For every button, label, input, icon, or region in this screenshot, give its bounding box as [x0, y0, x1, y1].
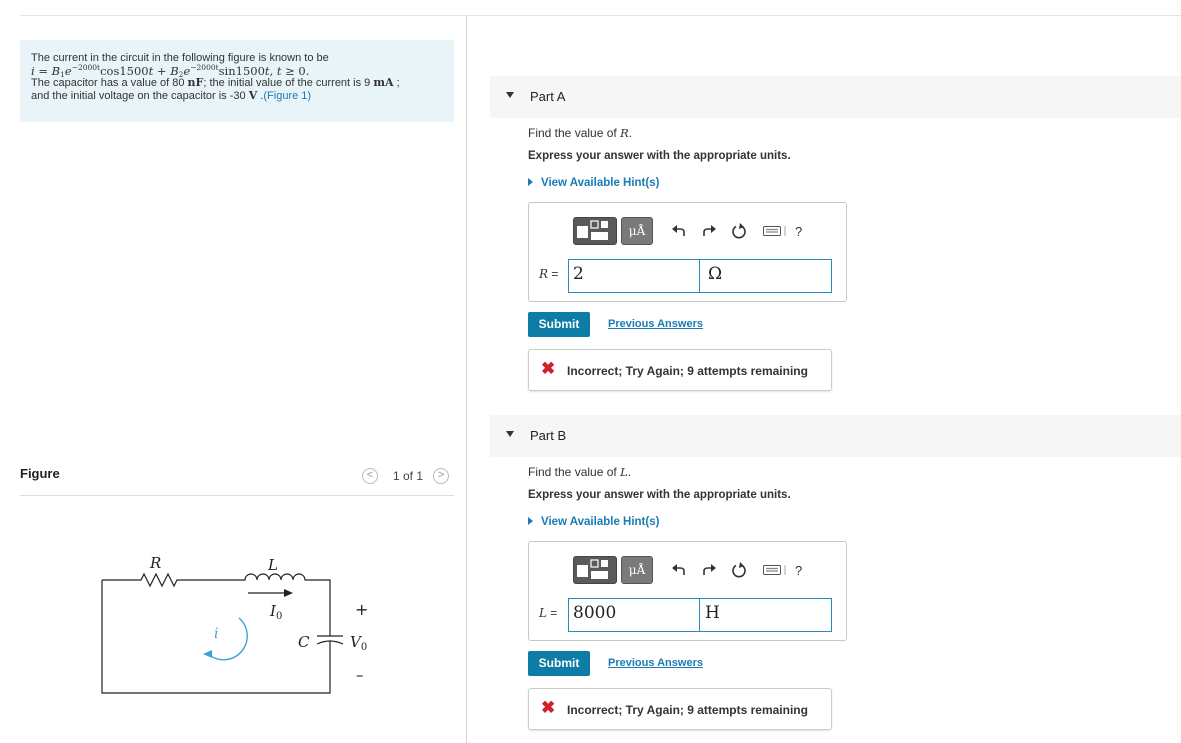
part-b-instructions: Express your answer with the appropriate… [528, 489, 791, 501]
prev-figure-button[interactable]: < [362, 468, 378, 484]
reset-icon[interactable] [731, 562, 747, 578]
part-b-title: Part B [530, 428, 567, 443]
inductor-label: L [267, 556, 278, 574]
current-loop-arrowhead [203, 650, 212, 658]
part-b-previous-answers-link[interactable]: Previous Answers [608, 657, 703, 669]
collapse-triangle-icon [506, 431, 514, 437]
reset-icon[interactable] [731, 223, 747, 239]
part-b-submit-button[interactable]: Submit [528, 651, 590, 676]
circuit-diagram: R L I0 i C V0 + – [101, 554, 368, 694]
templates-button[interactable] [573, 556, 617, 584]
problem-statement: The current in the circuit in the follow… [20, 40, 454, 122]
hint-arrow-icon [528, 517, 533, 525]
part-a-unit-input[interactable]: Ω [699, 259, 832, 293]
units-button[interactable]: μÅ [621, 556, 653, 584]
part-b-toolbar: μÅ ? [573, 555, 802, 585]
v0-label: V0 [350, 633, 367, 653]
part-a-instructions: Express your answer with the appropriate… [528, 150, 791, 162]
keyboard-icon[interactable] [763, 223, 789, 239]
redo-icon[interactable] [701, 562, 717, 578]
part-a-previous-answers-link[interactable]: Previous Answers [608, 318, 703, 330]
part-b-question: Find the value of L. [528, 465, 632, 479]
current-label: i [214, 626, 218, 642]
part-b-field-label: L = [539, 606, 558, 620]
help-button[interactable]: ? [795, 224, 802, 239]
top-divider [20, 15, 1181, 16]
keyboard-icon[interactable] [763, 562, 789, 578]
part-a-value-input[interactable]: 2 [568, 259, 700, 293]
figure-link[interactable]: (Figure 1) [263, 90, 311, 102]
part-a-question: Find the value of R. [528, 126, 633, 140]
part-b-feedback: ✖ Incorrect; Try Again; 9 attempts remai… [528, 688, 832, 730]
part-b-value-input[interactable]: 8000 [568, 598, 700, 632]
i0-arrowhead [284, 589, 293, 597]
undo-icon[interactable] [671, 562, 687, 578]
part-a-feedback: ✖ Incorrect; Try Again; 9 attempts remai… [528, 349, 832, 391]
next-figure-button[interactable]: > [433, 468, 450, 484]
part-a-field-label: R = [539, 267, 559, 281]
hint-arrow-icon [528, 178, 533, 186]
collapse-triangle-icon [506, 92, 514, 98]
incorrect-x-icon: ✖ [541, 359, 556, 378]
help-button[interactable]: ? [795, 563, 802, 578]
templates-icon [577, 559, 608, 579]
incorrect-x-icon: ✖ [541, 698, 556, 717]
part-a-header[interactable]: Part A [490, 76, 1181, 118]
figure-divider [20, 495, 454, 496]
problem-line-4: and the initial voltage on the capacitor… [31, 88, 312, 102]
templates-button[interactable] [573, 217, 617, 245]
templates-icon [577, 220, 608, 240]
part-a-feedback-text: Incorrect; Try Again; 9 attempts remaini… [567, 364, 808, 378]
part-b-feedback-text: Incorrect; Try Again; 9 attempts remaini… [567, 703, 808, 717]
part-b-header[interactable]: Part B [490, 415, 1181, 457]
part-a-submit-button[interactable]: Submit [528, 312, 590, 337]
part-a-title: Part A [530, 89, 566, 104]
part-b-answer-box: μÅ ? L = 8000 H [528, 541, 847, 641]
undo-icon[interactable] [671, 223, 687, 239]
part-a-toolbar: μÅ ? [573, 216, 802, 246]
v0-minus: – [356, 666, 364, 684]
resistor-label: R [149, 554, 161, 572]
i0-label: I0 [269, 602, 282, 622]
v0-plus: + [355, 600, 368, 619]
figure-pager: < 1 of 1 > [362, 468, 450, 484]
figure-page-count: 1 of 1 [393, 469, 424, 483]
part-b-hint-link[interactable]: View Available Hint(s) [528, 516, 659, 528]
problem-line-3: The capacitor has a value of 80 nF; the … [31, 76, 400, 89]
pane-divider [466, 16, 467, 743]
figure-label: Figure [20, 466, 60, 481]
part-b-unit-input[interactable]: H [699, 598, 832, 632]
part-a-hint-link[interactable]: View Available Hint(s) [528, 177, 659, 189]
part-a-answer-box: μÅ ? R = 2 Ω [528, 202, 847, 302]
capacitor-label: C [298, 633, 310, 651]
units-button[interactable]: μÅ [621, 217, 653, 245]
redo-icon[interactable] [701, 223, 717, 239]
